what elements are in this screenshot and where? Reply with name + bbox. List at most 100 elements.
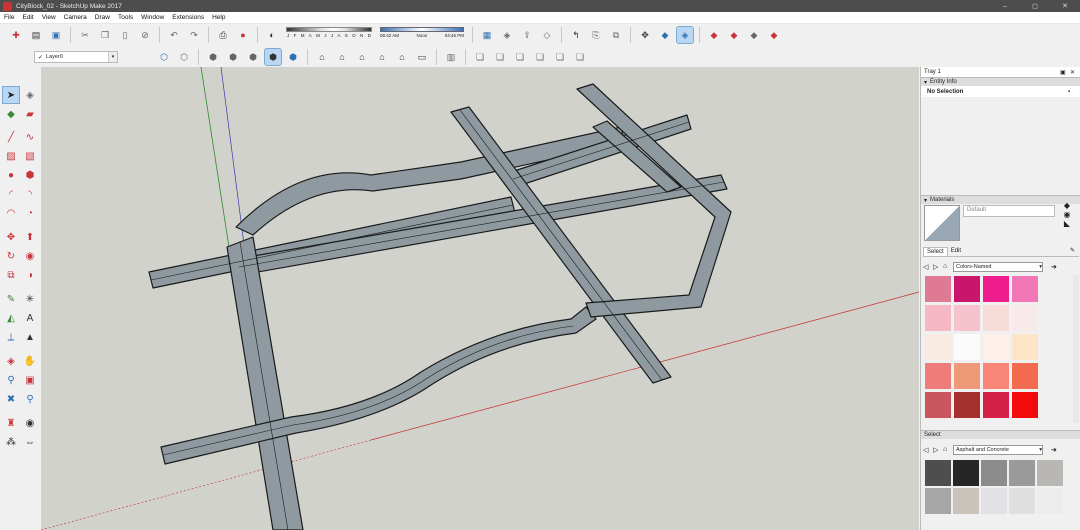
cut-icon[interactable]: ✂ [77,27,93,43]
color-swatch[interactable] [925,305,951,331]
layout-icon[interactable]: ◆ [766,27,782,43]
rectangle-tool-icon[interactable]: ▨ [3,148,19,164]
zoom-window-icon[interactable]: ▣ [22,372,38,388]
position-camera-icon[interactable]: ♜ [3,415,19,431]
lock-icon[interactable]: ▪ [1068,89,1080,95]
menu-extensions[interactable]: Extensions [172,14,204,21]
solid-trim-icon[interactable]: ❏ [532,49,548,65]
collection-dropdown[interactable]: Colors-Named ▾ [953,261,1043,272]
entity-info-header[interactable]: ▾ Entity Info [921,77,1080,86]
select-tool-icon[interactable]: ➤ [2,86,20,104]
left-view-icon[interactable]: ⌂ [394,49,410,65]
shadows-toggle-icon[interactable]: ◐ [264,27,280,43]
material-swatch[interactable] [1009,460,1035,486]
details-arrow-icon[interactable]: ➜ [1051,446,1057,454]
material-swatch[interactable] [953,488,979,514]
push-pull-icon[interactable]: ⬆ [22,229,38,245]
color-swatch[interactable] [983,334,1009,360]
section-plane-tool-icon[interactable]: ⇔ [22,434,38,450]
material-swatch[interactable] [1037,488,1063,514]
minimize-button[interactable]: – [990,3,1020,10]
material-swatch[interactable] [925,488,951,514]
solid-shell-icon[interactable]: ❏ [572,49,588,65]
maximize-button[interactable]: ◻ [1020,2,1050,10]
solid-subtract-icon[interactable]: ❏ [512,49,528,65]
color-swatch[interactable] [983,276,1009,302]
move-tool-icon[interactable]: ✥ [3,229,19,245]
walk-tool-icon[interactable]: ⁂ [3,434,19,450]
share-model-icon[interactable]: ⇪ [519,27,535,43]
tab-select[interactable]: Select [923,247,948,256]
home-icon[interactable]: ⌂ [943,446,953,453]
back-icon[interactable]: ◁ [923,263,933,271]
axes-tool-icon[interactable]: ⟂ [3,329,19,345]
chevron-down-icon[interactable]: ▾ [108,52,117,62]
color-swatch[interactable] [954,363,980,389]
section-plane-icon[interactable]: ⎘ [588,27,604,43]
monochrome-icon[interactable]: ⬢ [264,48,282,66]
pie-tool-icon[interactable]: ◔ [22,205,38,221]
details-arrow-icon[interactable]: ➜ [1051,263,1057,271]
rotate-tool-icon[interactable]: ↻ [3,248,19,264]
zoom-extents-icon[interactable]: ✖ [3,391,19,407]
create-material-icon[interactable]: ◉ [1064,210,1071,219]
paint-bucket-icon[interactable]: ◆ [1064,201,1070,210]
shaded-icon[interactable]: ⬢ [225,49,241,65]
new-file-icon[interactable]: ✚ [8,27,24,43]
component-icon[interactable]: ◆ [746,27,762,43]
color-swatch[interactable] [1012,363,1038,389]
bottom-view-icon[interactable]: ▭ [414,49,430,65]
xray-icon[interactable]: ◆ [657,27,673,43]
collection-dropdown-2[interactable]: Asphalt and Concrete ▾ [953,444,1043,455]
polygon-tool-icon[interactable]: ⬢ [22,167,38,183]
offset-tool-icon[interactable]: ◑ [22,267,38,283]
paste-icon[interactable]: ▯ [117,27,133,43]
swatch-scrollbar[interactable] [1073,275,1079,423]
layers-icon[interactable]: ▥ [443,49,459,65]
3d-text-icon[interactable]: ▲ [22,329,38,345]
section-display-icon[interactable]: ⧉ [608,27,624,43]
menu-window[interactable]: Window [141,14,164,21]
menu-draw[interactable]: Draw [95,14,110,21]
color-swatch[interactable] [1012,305,1038,331]
shadow-time-slider[interactable]: 06:42 AM Noon 04:46 PM [380,27,464,43]
wireframe-icon[interactable]: ⬡ [176,49,192,65]
color-swatch[interactable] [983,392,1009,418]
undo-icon[interactable]: ↶ [166,27,182,43]
make-component-icon[interactable]: ◈ [22,87,38,103]
color-swatch[interactable] [1012,334,1038,360]
scale-tool-icon[interactable]: ⧉ [3,267,19,283]
menu-view[interactable]: View [42,14,56,21]
open-folder-icon[interactable]: ▤ [28,27,44,43]
iso-view-icon[interactable]: ⬢ [285,49,301,65]
material-swatch[interactable] [953,460,979,486]
menu-edit[interactable]: Edit [22,14,33,21]
forward-icon[interactable]: ▷ [933,263,943,271]
paint-bucket-icon[interactable]: ◆ [3,106,19,122]
follow-me-icon[interactable]: ◉ [22,248,38,264]
color-swatch[interactable] [954,305,980,331]
menu-help[interactable]: Help [212,14,225,21]
extension-warehouse-icon[interactable]: ◇ [539,27,555,43]
copy-icon[interactable]: ❐ [97,27,113,43]
eraser-icon[interactable]: ▰ [22,106,38,122]
previous-view-icon[interactable]: ⚲ [22,391,38,407]
close-button[interactable]: ✕ [1050,2,1080,10]
model-info-icon[interactable]: ● [235,27,251,43]
erase-selection-icon[interactable]: ⊘ [137,27,153,43]
color-swatch[interactable] [1012,276,1038,302]
two-point-arc-icon[interactable]: ◝ [22,186,38,202]
sandbox-icon[interactable]: ◆ [706,27,722,43]
back-edges-icon[interactable]: ◈ [676,26,694,44]
axes-icon[interactable]: ✥ [637,27,653,43]
back-view-icon[interactable]: ⌂ [374,49,390,65]
select-back-icon[interactable]: ↰ [568,27,584,43]
hidden-line-icon[interactable]: ⬢ [205,49,221,65]
solid-union-icon[interactable]: ❏ [472,49,488,65]
look-around-icon[interactable]: ◉ [22,415,38,431]
top-view-icon[interactable]: ⌂ [314,49,330,65]
front-view-icon[interactable]: ⌂ [334,49,350,65]
pin-icon[interactable]: ▣ [1060,69,1070,76]
warehouse-icon[interactable]: ◈ [499,27,515,43]
circle-tool-icon[interactable]: ● [3,167,19,183]
